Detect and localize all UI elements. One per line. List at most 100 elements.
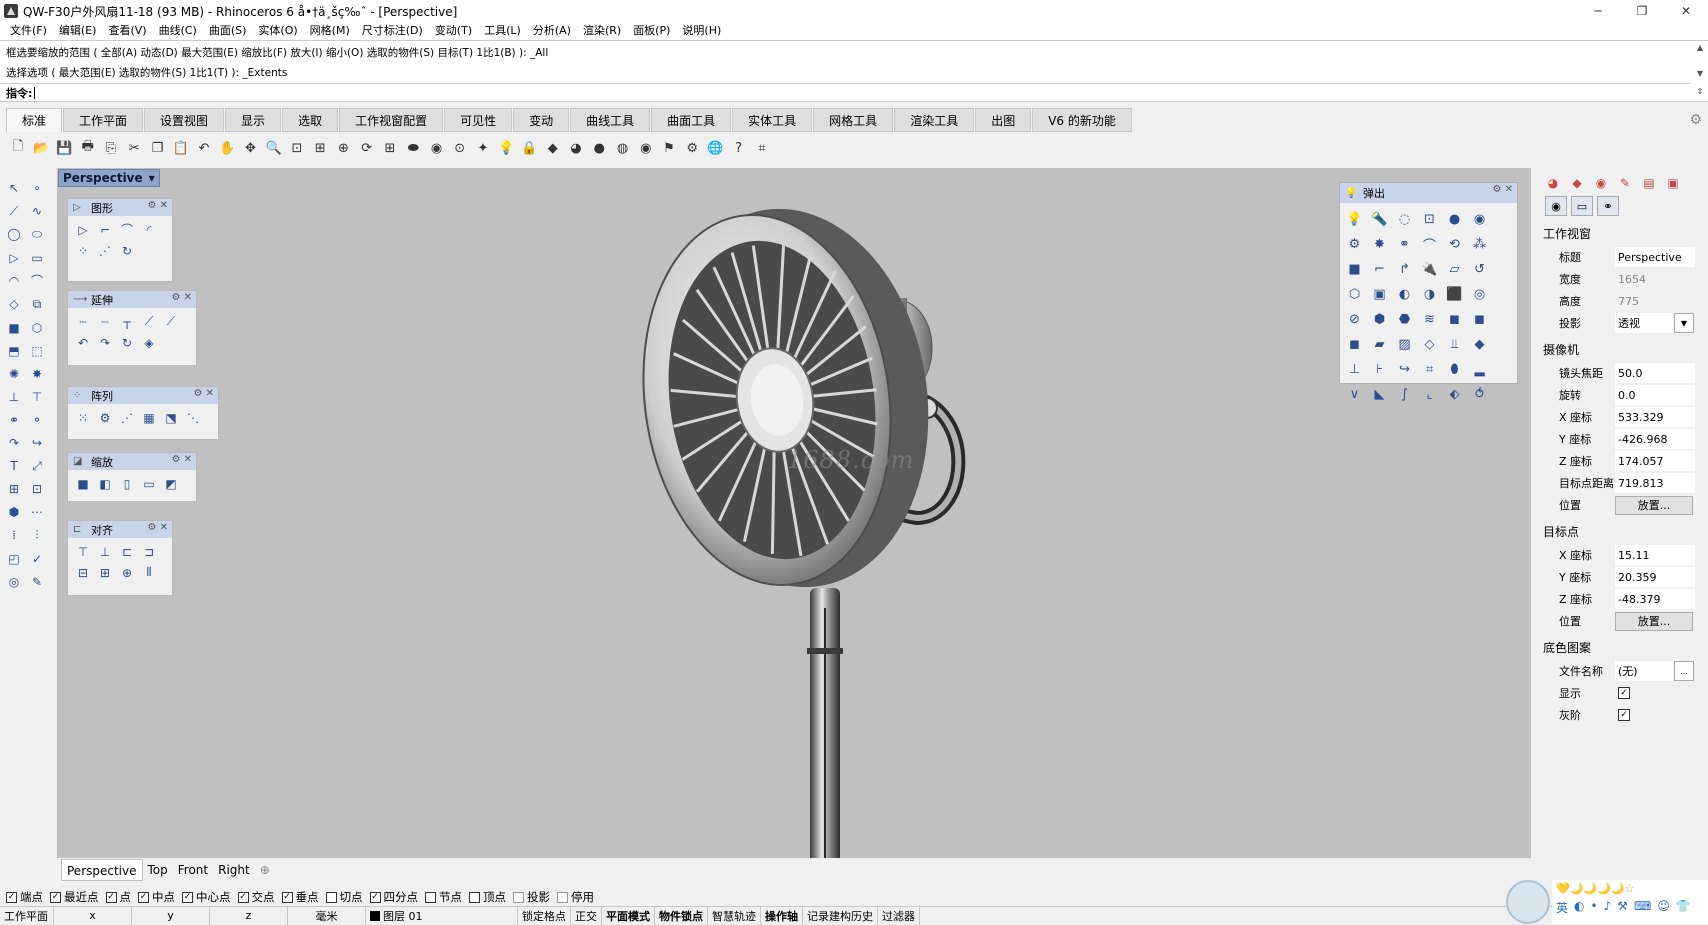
new-file-icon[interactable]: 🗋 bbox=[8, 138, 28, 158]
box-3d-b-icon[interactable]: ◼ bbox=[1467, 307, 1492, 332]
minimize-button[interactable]: ─ bbox=[1576, 0, 1620, 22]
cube-icon[interactable]: ⬛ bbox=[1442, 282, 1467, 307]
zoom-icon[interactable]: 🔍 bbox=[264, 138, 284, 158]
polyhedron-icon[interactable]: ⬢ bbox=[1367, 307, 1392, 332]
chevron-down-icon[interactable]: ▼ bbox=[1674, 313, 1694, 333]
helix-icon[interactable]: ↻ bbox=[116, 240, 138, 261]
tab-set-view[interactable]: 设置视图 bbox=[144, 108, 225, 132]
osnap-near[interactable]: ✓ 最近点 bbox=[50, 889, 99, 905]
status-gumball[interactable]: 操作轴 bbox=[761, 906, 803, 925]
four-view-icon[interactable]: ⊞ bbox=[380, 138, 400, 158]
torus-icon[interactable]: ◎ bbox=[1467, 282, 1492, 307]
array-tool-icon[interactable]: ⁞ bbox=[3, 524, 25, 547]
gear-icon[interactable]: ⚙ bbox=[1342, 232, 1367, 257]
zoom-selected-icon[interactable]: ⊕ bbox=[334, 138, 354, 158]
checkbox-checked-icon[interactable]: ✓ bbox=[50, 891, 61, 903]
fillet-curve-icon[interactable]: ⌒ bbox=[26, 269, 48, 292]
tab-select[interactable]: 选取 bbox=[282, 108, 339, 132]
align-vcenter-icon[interactable]: ⊞ bbox=[94, 562, 116, 583]
display-icon[interactable]: ▣ bbox=[1661, 176, 1685, 190]
osnap-mid[interactable]: ✓ 中点 bbox=[138, 889, 175, 905]
projection-select[interactable]: 透视 bbox=[1615, 313, 1673, 333]
linear-array-icon[interactable]: ⋱ bbox=[182, 407, 204, 428]
polyline-icon[interactable]: ▷ bbox=[72, 219, 94, 240]
text-icon[interactable]: ⊤ bbox=[26, 385, 48, 408]
tab-drafting[interactable]: 出图 bbox=[975, 108, 1032, 132]
render-icon[interactable]: ✸ bbox=[26, 362, 48, 385]
extend-arc-right-icon[interactable]: ↷ bbox=[94, 332, 116, 353]
emoji-icon[interactable]: ☺ bbox=[1657, 899, 1670, 916]
cut-icon[interactable]: ✂ bbox=[124, 138, 144, 158]
osnap-center[interactable]: ✓ 中心点 bbox=[182, 889, 231, 905]
tab-viewport-layout[interactable]: 工作视窗配置 bbox=[339, 108, 444, 132]
ime-lang[interactable]: 英 bbox=[1556, 899, 1568, 916]
checkbox-checked-icon[interactable]: ✓ bbox=[6, 891, 17, 903]
polar-array-icon[interactable]: ⚙ bbox=[94, 407, 116, 428]
menu-dimension[interactable]: 尺寸标注(D) bbox=[356, 22, 429, 38]
panel-gear-close-icon[interactable]: ⚙ ✕ bbox=[1492, 184, 1513, 195]
handle-curve-icon[interactable]: ◜ bbox=[138, 219, 160, 240]
arc-icon[interactable]: ◠ bbox=[3, 270, 25, 293]
block-icon[interactable]: ⊡ bbox=[26, 478, 48, 501]
help-icon[interactable]: ? bbox=[729, 138, 749, 158]
panel-gear-close-icon[interactable]: ⚙ ✕ bbox=[147, 200, 168, 211]
polygon-icon[interactable]: ▷ bbox=[3, 246, 25, 269]
lens-field[interactable]: 50.0 bbox=[1615, 363, 1695, 383]
crv-on-srf-array-icon[interactable]: ⬔ bbox=[160, 407, 182, 428]
checkbox-unchecked-icon[interactable] bbox=[557, 891, 568, 903]
extend-point-icon[interactable]: ⟋ bbox=[160, 311, 182, 332]
osnap-tan[interactable]: 切点 bbox=[325, 889, 363, 905]
extend-surface-icon[interactable]: ↻ bbox=[116, 332, 138, 353]
spiral-icon[interactable]: ◌ bbox=[1392, 207, 1417, 232]
ellipse-icon[interactable]: ⬭ bbox=[26, 223, 48, 246]
tab-transform[interactable]: 变动 bbox=[513, 108, 570, 132]
color-wheel-icon[interactable]: ◕ bbox=[566, 138, 586, 158]
sphere-shaded-icon[interactable]: ● bbox=[589, 138, 609, 158]
sphere-blue-icon[interactable]: ◉ bbox=[1467, 207, 1492, 232]
rotate-view-icon[interactable]: ⟳ bbox=[357, 138, 377, 158]
align-tool-icon[interactable]: ⫶ bbox=[26, 524, 48, 547]
target-place-button[interactable]: 放置... bbox=[1615, 611, 1693, 631]
half-width-icon[interactable]: ◐ bbox=[1574, 899, 1584, 916]
cylinder-blue-icon[interactable]: ⬮ bbox=[1442, 357, 1467, 382]
moon-icon[interactable]: ◑ bbox=[1417, 282, 1442, 307]
popup-panel-header[interactable]: 💡 弹出 ⚙ ✕ bbox=[1340, 183, 1517, 203]
loft-tool-icon[interactable]: ⬡ bbox=[1342, 282, 1367, 307]
scale-nu-icon[interactable]: ▭ bbox=[138, 473, 160, 494]
status-cplane[interactable]: 工作平面 bbox=[0, 906, 54, 925]
menu-transform[interactable]: 变动(T) bbox=[429, 22, 478, 38]
rect-array-icon[interactable]: ⁙ bbox=[72, 407, 94, 428]
sphere-render-icon[interactable]: ◍ bbox=[613, 138, 633, 158]
scale-tool-icon[interactable]: ⤢ bbox=[26, 455, 48, 478]
keyboard-icon[interactable]: ⌨ bbox=[1634, 899, 1651, 916]
osnap-point[interactable]: ✓ 点 bbox=[105, 889, 131, 905]
panel-gear-close-icon[interactable]: ⚙ ✕ bbox=[147, 522, 168, 533]
punctuation-icon[interactable]: • bbox=[1591, 899, 1598, 916]
tab-solid-tools[interactable]: 实体工具 bbox=[732, 108, 813, 132]
move-view-icon[interactable]: ✥ bbox=[241, 138, 261, 158]
folder-icon[interactable]: ▤ bbox=[1637, 176, 1661, 190]
align-panel-header[interactable]: ⊏ 对齐 ⚙ ✕ bbox=[68, 521, 172, 538]
sketch-icon[interactable]: ⋰ bbox=[94, 240, 116, 261]
open-folder-icon[interactable]: 📂 bbox=[31, 138, 51, 158]
tab-perspective[interactable]: Perspective bbox=[61, 859, 143, 881]
box-icon[interactable]: ■ bbox=[3, 316, 25, 339]
rectangle-icon[interactable]: ▭ bbox=[26, 246, 48, 269]
avatar[interactable] bbox=[1506, 880, 1550, 924]
status-layer[interactable]: 图层 01 bbox=[366, 906, 518, 925]
tab-visibility[interactable]: 可见性 bbox=[444, 108, 513, 132]
import-icon[interactable]: ⎘ bbox=[101, 138, 121, 158]
revolve-icon[interactable]: ↺ bbox=[1467, 257, 1492, 282]
grid-snap-icon[interactable]: ⌗ bbox=[752, 138, 772, 158]
print-icon[interactable]: 🖶 bbox=[78, 138, 98, 158]
checkbox-unchecked-icon[interactable] bbox=[469, 891, 480, 903]
surface-icon[interactable]: ◇ bbox=[3, 293, 25, 316]
sphere-gray-icon[interactable]: ● bbox=[1442, 207, 1467, 232]
network-icon[interactable]: ⌗ bbox=[1417, 357, 1442, 382]
status-grid-snap[interactable]: 锁定格点 bbox=[518, 906, 571, 925]
tab-render-tools[interactable]: 渲染工具 bbox=[894, 108, 975, 132]
extend-line-icon[interactable]: ┄ bbox=[72, 311, 94, 332]
extend-panel-header[interactable]: ⟶ 延伸 ⚙ ✕ bbox=[68, 291, 196, 308]
flag-icon[interactable]: ⚑ bbox=[659, 138, 679, 158]
scale-3d-icon[interactable]: ■ bbox=[72, 473, 94, 494]
